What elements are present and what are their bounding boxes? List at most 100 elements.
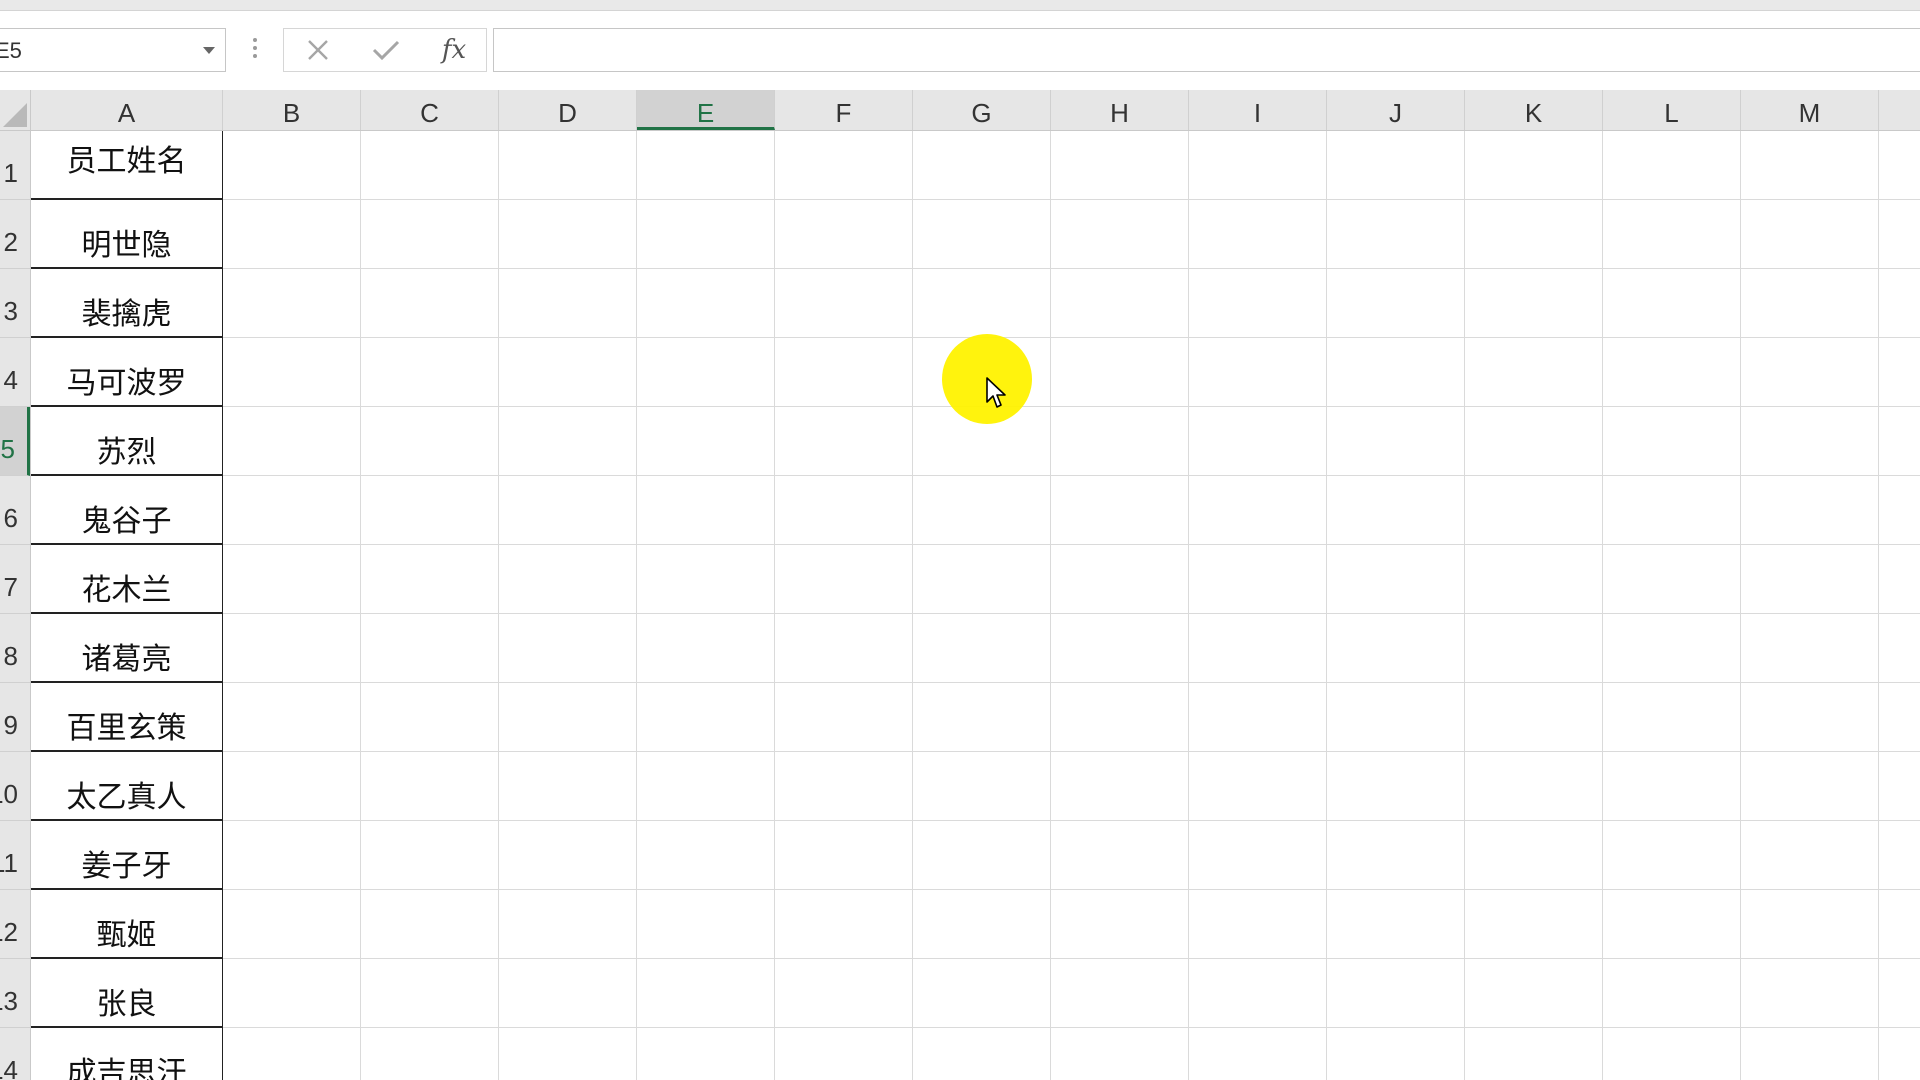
enter-button[interactable]: [356, 29, 416, 71]
column-header-m[interactable]: M: [1741, 90, 1879, 130]
row-number: 7: [3, 572, 18, 602]
column-header-f[interactable]: F: [775, 90, 913, 130]
column-header-e[interactable]: E: [637, 90, 775, 130]
row-header-2[interactable]: 2: [0, 200, 30, 269]
table-cell[interactable]: 甄姬: [31, 890, 223, 959]
name-box[interactable]: E5: [0, 28, 226, 72]
column-gridline: [360, 131, 361, 1080]
checkmark-icon: [372, 40, 400, 61]
column-header-h[interactable]: H: [1051, 90, 1189, 130]
row-header-14[interactable]: 14: [0, 1028, 30, 1080]
column-gridline: [1326, 131, 1327, 1080]
row-header-12[interactable]: 12: [0, 890, 30, 959]
cell-area[interactable]: 员工姓名 明世隐 裴擒虎 马可波罗 苏烈 鬼谷子 花木兰 诸葛亮 百里玄策 太乙真人 姜子牙 甄姬 张良…: [31, 131, 1920, 1080]
row-gridline: [31, 889, 1920, 890]
row-gridline: [31, 475, 1920, 476]
row-number: 14: [0, 1055, 18, 1080]
function-label: fx: [441, 35, 467, 65]
row-number: 12: [0, 917, 18, 947]
row-header-11[interactable]: 11: [0, 821, 30, 890]
row-gridline: [31, 682, 1920, 683]
column-headers: ABCDEFGHIJKLM: [31, 90, 1920, 131]
select-all-icon: [3, 103, 27, 127]
table-cell[interactable]: 明世隐: [31, 200, 223, 269]
row-header-9[interactable]: 9: [0, 683, 30, 752]
formula-input[interactable]: [493, 28, 1920, 72]
row-number: 10: [0, 779, 18, 809]
column-gridline: [1878, 131, 1879, 1080]
row-number: 6: [3, 503, 18, 533]
table-cell[interactable]: 张良: [31, 959, 223, 1028]
column-gridline: [498, 131, 499, 1080]
row-header-4[interactable]: 4: [0, 338, 30, 407]
column-header-k[interactable]: K: [1465, 90, 1603, 130]
column-header-j[interactable]: J: [1327, 90, 1465, 130]
row-number: 1: [3, 158, 18, 188]
name-box-value[interactable]: E5: [0, 29, 22, 73]
row-number: 11: [0, 848, 18, 878]
row-headers: 1234567891011121314: [0, 131, 31, 1080]
column-gridline: [774, 131, 775, 1080]
table-cell[interactable]: 太乙真人: [31, 752, 223, 821]
row-header-3[interactable]: 3: [0, 269, 30, 338]
row-header-5[interactable]: 5: [0, 407, 30, 476]
row-gridline: [31, 199, 1920, 200]
table-cell[interactable]: 鬼谷子: [31, 476, 223, 545]
column-header-c[interactable]: C: [361, 90, 499, 130]
column-header-i[interactable]: I: [1189, 90, 1327, 130]
spreadsheet-window: E5 fx A B C D E F G H I J K L M 1 2 3 4 …: [0, 0, 1920, 1080]
row-gridline: [31, 751, 1920, 752]
formula-bar: E5 fx: [0, 0, 1920, 90]
row-header-10[interactable]: 10: [0, 752, 30, 821]
row-header-6[interactable]: 6: [0, 476, 30, 545]
column-gridline: [1602, 131, 1603, 1080]
table-cell[interactable]: 苏烈: [31, 407, 223, 476]
table-cell[interactable]: 裴擒虎: [31, 269, 223, 338]
column-gridline: [1188, 131, 1189, 1080]
row-number: 5: [0, 434, 15, 464]
column-header-b[interactable]: B: [223, 90, 361, 130]
select-all-button[interactable]: [0, 90, 31, 131]
row-gridline: [31, 820, 1920, 821]
row-header-8[interactable]: 8: [0, 614, 30, 683]
mouse-pointer-icon: [986, 377, 1006, 408]
column-gridline: [636, 131, 637, 1080]
row-number: 2: [3, 227, 18, 257]
row-header-7[interactable]: 7: [0, 545, 30, 614]
column-gridline: [1740, 131, 1741, 1080]
column-gridline: [1050, 131, 1051, 1080]
row-number: 4: [3, 365, 18, 395]
table-header-cell[interactable]: 员工姓名: [31, 131, 223, 200]
column-header-g[interactable]: G: [913, 90, 1051, 130]
table-cell[interactable]: 成吉思汗: [31, 1028, 223, 1080]
column-header-a[interactable]: A: [31, 90, 223, 130]
table-cell[interactable]: 诸葛亮: [31, 614, 223, 683]
row-gridline: [31, 958, 1920, 959]
worksheet-grid: ABCDEFGHIJKLM 1234567891011121314 员工姓名明世…: [0, 90, 1920, 1080]
row-number: 8: [3, 641, 18, 671]
row-number: 9: [3, 710, 18, 740]
ribbon-bottom-edge: [0, 0, 1920, 11]
close-icon: [308, 40, 328, 60]
row-gridline: [31, 544, 1920, 545]
table-cell[interactable]: 花木兰: [31, 545, 223, 614]
row-header-1[interactable]: 1: [0, 131, 30, 200]
table-cell[interactable]: 百里玄策: [31, 683, 223, 752]
table-cell[interactable]: 姜子牙: [31, 821, 223, 890]
row-number: 13: [0, 986, 18, 1016]
formula-buttons: fx: [283, 28, 487, 72]
column-gridline: [912, 131, 913, 1080]
column-gridline: [1464, 131, 1465, 1080]
insert-function-button[interactable]: fx: [424, 29, 484, 71]
row-gridline: [31, 268, 1920, 269]
row-number: 3: [3, 296, 18, 326]
chevron-down-icon[interactable]: [203, 47, 215, 54]
column-header-l[interactable]: L: [1603, 90, 1741, 130]
column-header-d[interactable]: D: [499, 90, 637, 130]
row-gridline: [31, 613, 1920, 614]
more-options-icon[interactable]: [253, 38, 257, 62]
table-cell[interactable]: 马可波罗: [31, 338, 223, 407]
cancel-button[interactable]: [288, 29, 348, 71]
row-gridline: [31, 1027, 1920, 1028]
row-header-13[interactable]: 13: [0, 959, 30, 1028]
